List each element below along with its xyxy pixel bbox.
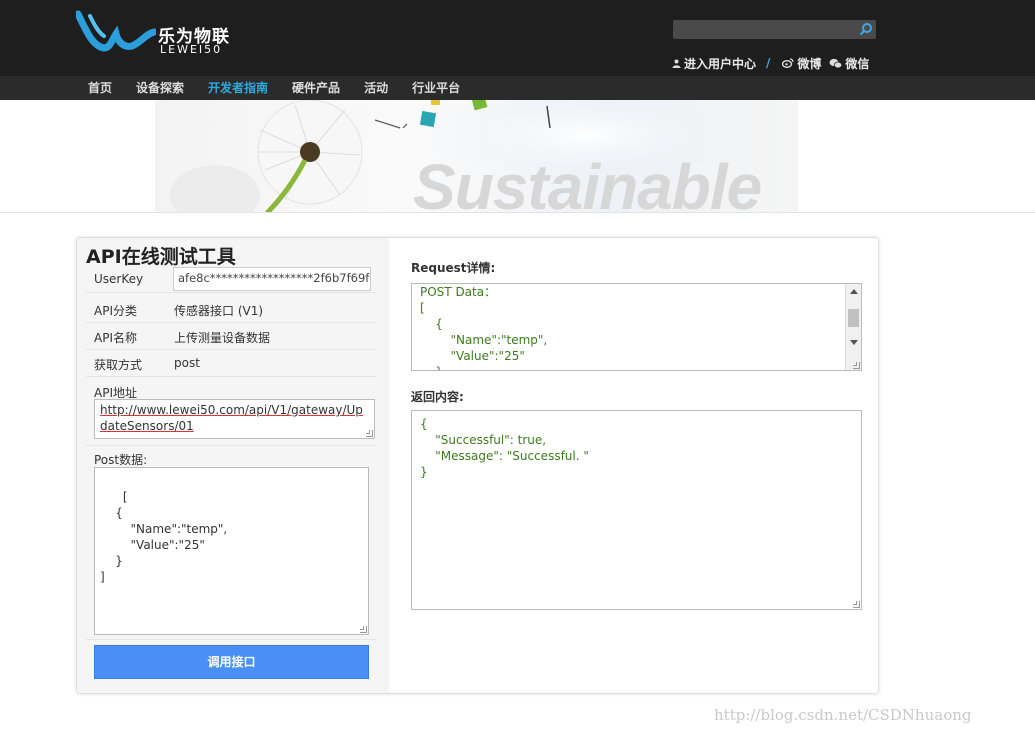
nav-item-device-explore[interactable]: 设备探索 bbox=[136, 80, 184, 96]
brand-logo[interactable]: 乐为物联 LEWEI50 bbox=[76, 10, 246, 56]
method-row: 获取方式 post bbox=[86, 350, 376, 377]
banner-image: Sustainable bbox=[155, 100, 798, 213]
post-data-label: Post数据: bbox=[94, 453, 148, 467]
user-center-link[interactable]: 进入用户中心 bbox=[672, 55, 756, 72]
divider bbox=[86, 639, 376, 640]
api-name-label: API名称 bbox=[94, 331, 137, 345]
api-category-label: API分类 bbox=[94, 304, 137, 318]
api-url-text: http://www.lewei50.com/api/V1/gateway/Up… bbox=[100, 403, 363, 433]
post-data-text: [ { "Name":"temp", "Value":"25" } ] bbox=[100, 490, 228, 584]
response-text: { "Successful": true, "Message": "Succes… bbox=[420, 417, 589, 479]
weibo-label: 微博 bbox=[797, 56, 822, 71]
api-category-row: API分类 传感器接口 (V1) bbox=[86, 296, 376, 323]
scrollbar[interactable] bbox=[845, 284, 861, 370]
request-title: Request详情: bbox=[411, 261, 496, 275]
weibo-link[interactable]: 微博 bbox=[782, 55, 821, 72]
scroll-thumb[interactable] bbox=[848, 309, 859, 327]
userkey-input[interactable]: afe8c******************2f6b7f69fa7 bbox=[173, 267, 371, 291]
api-url-input[interactable]: http://www.lewei50.com/api/V1/gateway/Up… bbox=[94, 399, 375, 439]
resize-handle[interactable] bbox=[853, 601, 860, 608]
nav-item-developer-guide[interactable]: 开发者指南 bbox=[208, 80, 268, 96]
scroll-up-arrow-icon[interactable] bbox=[850, 289, 858, 294]
main-nav: 首页 设备探索 开发者指南 硬件产品 活动 行业平台 bbox=[0, 76, 1035, 100]
brand-logo-icon bbox=[76, 10, 156, 52]
request-detail-text: POST Data： [ { "Name":"temp", "Value":"2… bbox=[420, 285, 548, 370]
user-icon bbox=[672, 59, 681, 68]
nav-item-activity[interactable]: 活动 bbox=[364, 80, 388, 96]
resize-handle[interactable] bbox=[366, 430, 373, 437]
nav-item-home[interactable]: 首页 bbox=[88, 80, 112, 96]
divider bbox=[86, 445, 376, 446]
request-detail-box[interactable]: POST Data： [ { "Name":"temp", "Value":"2… bbox=[411, 283, 862, 371]
resize-handle[interactable] bbox=[853, 362, 860, 369]
response-title: 返回内容: bbox=[411, 390, 464, 404]
response-box[interactable]: { "Successful": true, "Message": "Succes… bbox=[411, 410, 862, 610]
site-header: 乐为物联 LEWEI50 进入用户中心 / 微博 微信 bbox=[0, 0, 1035, 76]
brand-name-en: LEWEI50 bbox=[160, 43, 223, 56]
api-test-panel: API在线测试工具 UserKey afe8c*****************… bbox=[76, 237, 879, 694]
api-category-value: 传感器接口 (V1) bbox=[174, 304, 264, 318]
api-form: API在线测试工具 UserKey afe8c*****************… bbox=[77, 238, 389, 693]
search-icon[interactable] bbox=[859, 22, 873, 36]
weibo-icon bbox=[782, 58, 795, 68]
tool-title: API在线测试工具 bbox=[86, 246, 236, 268]
banner-tagline: Sustainable bbox=[413, 151, 762, 213]
scroll-down-arrow-icon[interactable] bbox=[850, 340, 858, 345]
method-value: post bbox=[174, 356, 200, 370]
api-name-value: 上传测量设备数据 bbox=[174, 331, 271, 345]
post-data-input[interactable]: [ { "Name":"temp", "Value":"25" } ] bbox=[94, 467, 369, 635]
weixin-icon bbox=[829, 58, 843, 68]
user-center-label: 进入用户中心 bbox=[684, 56, 757, 71]
link-separator: / bbox=[766, 56, 771, 70]
watermark: http://blog.csdn.net/CSDNhuaong bbox=[714, 706, 972, 724]
api-name-row: API名称 上传测量设备数据 bbox=[86, 323, 376, 350]
weixin-link[interactable]: 微信 bbox=[829, 55, 869, 72]
userkey-label: UserKey bbox=[94, 272, 144, 286]
resize-handle[interactable] bbox=[360, 626, 367, 633]
userkey-row: UserKey afe8c******************2f6b7f69f… bbox=[86, 266, 376, 293]
hero-banner: Sustainable bbox=[0, 100, 1035, 213]
call-api-button[interactable]: 调用接口 bbox=[94, 645, 369, 679]
result-area: Request详情: POST Data： [ { "Name":"temp",… bbox=[389, 238, 878, 693]
method-label: 获取方式 bbox=[94, 358, 143, 372]
search-input[interactable] bbox=[673, 20, 876, 39]
user-links: 进入用户中心 / 微博 微信 bbox=[672, 55, 869, 71]
nav-item-industry[interactable]: 行业平台 bbox=[412, 80, 460, 96]
nav-item-hardware[interactable]: 硬件产品 bbox=[292, 80, 340, 96]
weixin-label: 微信 bbox=[845, 56, 870, 71]
